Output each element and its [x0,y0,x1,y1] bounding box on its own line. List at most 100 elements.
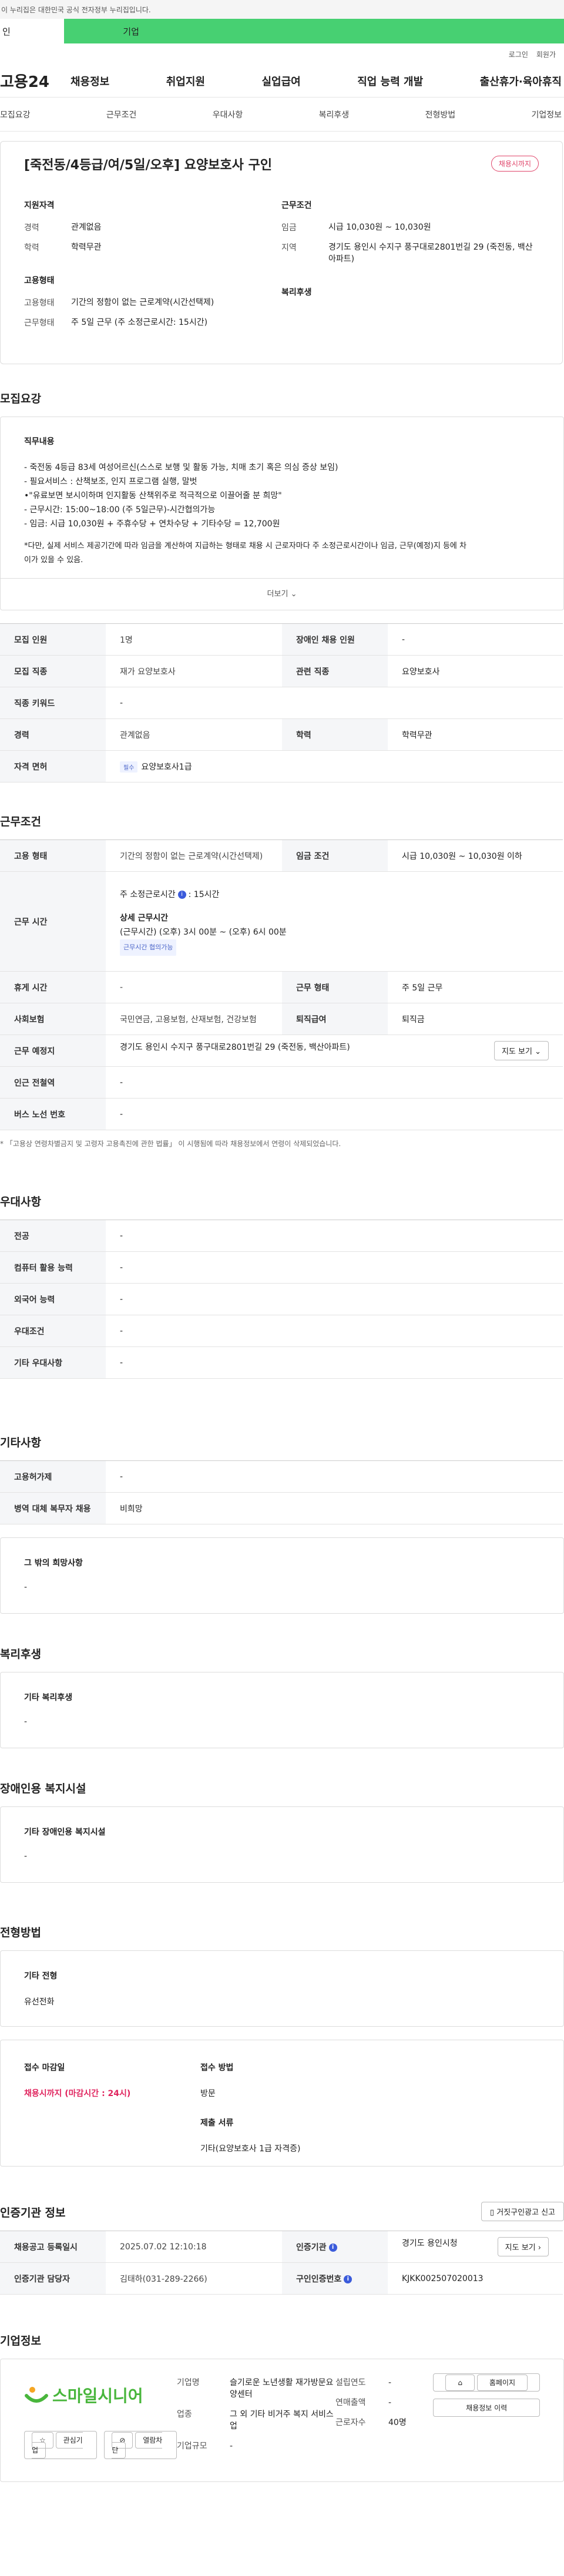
util-nav: 로그인 회원가 [0,43,564,65]
required-tag: 필수 [120,761,138,773]
facility-box: 기타 장애인용 복지시설 - [0,1806,564,1883]
welfare-box-heading: 기타 복리후생 [24,1693,73,1702]
table-header-cell: 고용허가제 [0,1460,106,1493]
table-cell: - [106,687,563,719]
map-button[interactable]: 지도 보기 ⌄ [494,1041,549,1060]
facility-box-value: - [24,1852,28,1861]
table-row: 전공 - [0,1220,563,1252]
info-icon[interactable]: i [328,2243,337,2252]
site-logo[interactable]: 고용24 [0,70,70,92]
other-section-title: 기타사항 [0,1436,41,1449]
wage-label: 임금 [281,223,297,233]
gnb-item-employment-support[interactable]: 취업지원 [166,73,205,89]
wage-value: 시급 10,030원 ~ 10,030원 [328,223,431,232]
subnav-process[interactable]: 전형방법 [425,109,456,120]
work-form-value: 주 5일 근무 (주 소정근로시간: 15시간) [71,318,208,327]
docs-value: 기타(요양보호사 1급 자격증) [200,2144,301,2154]
subnav-conditions[interactable]: 근무조건 [106,109,137,120]
founded-label: 설립연도 [335,2378,366,2387]
table-header-cell: 퇴직급여 [282,1003,388,1035]
company-section-title: 기업정보 [0,2335,41,2347]
application-box: 접수 마감일 채용시까지 (마감시간 : 24시) 접수 방법 방문 제출 서류… [0,2040,564,2167]
education-label: 학력 [24,243,39,253]
gnb-item-jobs[interactable]: 채용정보 [70,73,109,89]
table-cell: KJKK002507020013 [388,2262,563,2295]
hours-negotiable-tag: 근무시간 협의가능 [120,939,177,956]
table-row: 인근 전철역 - [0,1066,563,1099]
tab-company[interactable]: 기업 [64,19,564,43]
table-row: 인증기관 담당자 김태하(031-289-2266) 구인인증번호 i KJKK0… [0,2262,563,2295]
table-header-cell: 학력 [282,718,388,751]
gnb-item-parental-leave[interactable]: 출산휴가·육아휴직 [480,73,562,89]
block-view-button[interactable]: ⊘ 열람차단 [104,2431,177,2459]
table-header-cell: 모집 인원 [0,623,106,656]
employment-type-label: 고용형태 [24,298,55,308]
subnav-company[interactable]: 기업정보 [531,109,562,120]
table-header-cell: 근무 예정지 [0,1035,106,1067]
table-header-cell: 휴게 시간 [0,971,106,1003]
job-description-box: 직무내용 - 죽전동 4등급 83세 여성어르신(스스로 보행 및 활동 가능,… [0,417,564,610]
jd-line [24,531,540,539]
table-row: 모집 직종 재가 요양보호사 관련 직종 요양보호사 [0,655,563,687]
subnav-welfare[interactable]: 복리후생 [319,109,350,120]
info-icon[interactable]: i [344,2275,352,2283]
report-fake-ad-button[interactable]: ▯ 거짓구인광고 신고 [481,2202,564,2221]
industry-label: 업종 [177,2410,192,2419]
table-header-cell: 인근 전철역 [0,1066,106,1099]
table-cell: - [106,1251,563,1284]
table-header-cell: 관련 직종 [282,655,388,687]
jd-line: - 임금: 시급 10,030원 + 주휴수당 + 연차수당 + 기타수당 = … [24,519,280,529]
employment-type-value: 기간의 정함이 없는 근로계약(시간선택제) [71,298,214,307]
gnb-item-unemployment-benefit[interactable]: 실업급여 [262,73,301,89]
deadline-badge: 채용시까지 [491,156,539,172]
sales-label: 연매출액 [335,2398,366,2407]
weekly-hours-label: 주 소정근로시간 [120,889,176,899]
table-header-cell: 인증기관 i [282,2231,388,2263]
table-header-cell: 장애인 채용 인원 [282,623,388,656]
table-cell: 관계없음 [106,718,282,751]
signup-link[interactable]: 회원가 [536,49,556,59]
table-cell: 주 소정근로시간 i: 15시간 상세 근무시간 (근무시간) (오후) 3시 0… [106,871,563,972]
area-label: 지역 [281,243,297,253]
table-header-cell: 직종 키워드 [0,687,106,719]
interest-company-button[interactable]: ☆ 관심기업 [24,2431,98,2459]
workplace-value: 경기도 용인시 수지구 풍구대로2801번길 29 (죽전동, 백산아파트) [120,1043,350,1052]
audience-tabbar: 인 기업 [0,19,564,43]
home-icon: ⌂ [445,2375,475,2391]
more-button-label: 더보기 [267,589,288,599]
table-row: 채용공고 등록일시 2025.07.02 12:10:18 인증기관 i 경기도 … [0,2231,563,2263]
subnav-preference[interactable]: 우대사항 [213,109,243,120]
jd-line: - 근무시간: 15:00~18:00 (주 5일근무)-시간협의가능 [24,505,216,515]
table-header-cell: 임금 조건 [282,839,388,872]
table-row: 외국어 능력 - [0,1283,563,1315]
jd-line: *다만, 실제 서비스 제공기간에 따라 임금을 계산하여 지급하는 형태로 채… [24,542,466,550]
table-cell: 국민연금, 고용보험, 산재보험, 건강보험 [106,1003,282,1035]
process-box-heading: 기타 전형 [24,1972,58,1981]
table-cell: 요양보호사 [388,655,563,687]
table-cell: - [388,623,563,656]
tab-company-label: 기업 [123,26,139,37]
hours-detail: (근무시간) (오후) 3시 00분 ~ (오후) 6시 00분 [120,927,287,937]
age-law-footnote: * 「고용상 연령차별금지 및 고령자 고용촉진에 관한 법률」 이 시행됨에 … [0,1140,341,1148]
job-description-heading: 직무내용 [24,437,55,446]
education-value: 학력무관 [71,243,102,252]
table-header-cell: 컴퓨터 활용 능력 [0,1251,106,1284]
report-fake-ad-label: 거짓구인광고 신고 [496,2208,555,2217]
method-heading: 접수 방법 [200,2063,234,2073]
process-box-value: 유선전화 [24,1997,55,2007]
gov-banner-text: 이 누리집은 대한민국 공식 전자정부 누리집입니다. [1,5,151,14]
info-icon[interactable]: i [177,890,186,899]
job-history-button[interactable]: 채용정보 이력 [433,2399,540,2417]
homepage-button[interactable]: ⌂ 홈페이지 [433,2373,540,2392]
table-cell: 학력무관 [388,718,563,751]
table-row: 컴퓨터 활용 능력 - [0,1251,563,1284]
tab-individual[interactable]: 인 [0,19,65,43]
login-link[interactable]: 로그인 [509,49,528,59]
table-header-cell: 근무 시간 [0,871,106,972]
subnav-recruit[interactable]: 모집요강 [0,109,31,120]
gnb-item-job-training[interactable]: 직업 능력 개발 [357,73,423,89]
company-logo-text: 스마일시니어 [52,2386,143,2406]
more-button[interactable]: 더보기 ⌄ [1,578,563,610]
conditions-table: 고용 형태 기간의 정함이 없는 근로계약(시간선택제) 임금 조건 시급 10… [0,839,563,1130]
agency-map-button[interactable]: 지도 보기 › [497,2237,549,2256]
